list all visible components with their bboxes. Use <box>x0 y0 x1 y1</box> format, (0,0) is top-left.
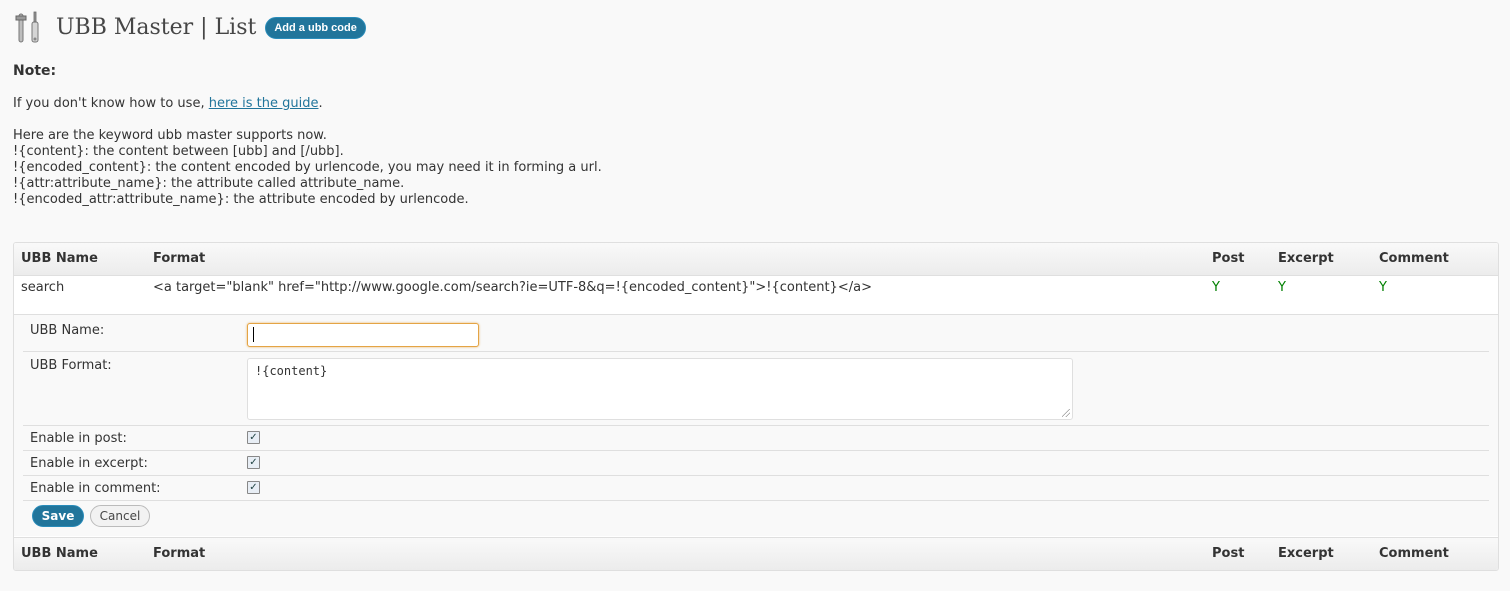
footer-header-name: UBB Name <box>21 546 98 561</box>
enable-excerpt-checkbox[interactable]: ✓ <box>247 456 260 469</box>
add-ubb-code-button[interactable]: Add a ubb code <box>265 17 366 39</box>
form-row-format: UBB Format: !{content} <box>23 352 1489 426</box>
save-button[interactable]: Save <box>32 505 84 527</box>
form-row-enable-excerpt: Enable in excerpt: ✓ <box>23 451 1489 476</box>
keyword-item: !{content}: the content between [ubb] an… <box>13 144 344 159</box>
ubb-format-textarea[interactable]: !{content} <box>247 358 1073 420</box>
guide-line: If you don't know how to use, here is th… <box>13 96 323 111</box>
table-footer: UBB Name Format Post Excerpt Comment <box>14 537 1498 570</box>
ubb-format-value: !{content} <box>255 364 328 378</box>
column-header-comment: Comment <box>1379 251 1449 266</box>
table-header: UBB Name Format Post Excerpt Comment <box>14 243 1498 276</box>
guide-link[interactable]: here is the guide <box>209 96 319 111</box>
column-header-excerpt: Excerpt <box>1278 251 1334 266</box>
row-post-flag: Y <box>1212 280 1220 295</box>
column-header-post: Post <box>1212 251 1245 266</box>
form-row-enable-post: Enable in post: ✓ <box>23 426 1489 451</box>
edit-form: UBB Name: UBB Format: !{content} Enable … <box>14 315 1498 536</box>
keyword-item: !{encoded_content}: the content encoded … <box>13 160 602 175</box>
enable-comment-checkbox[interactable]: ✓ <box>247 481 260 494</box>
ubb-name-input[interactable] <box>247 323 479 347</box>
enable-comment-label: Enable in comment: <box>30 481 161 496</box>
guide-prefix: If you don't know how to use, <box>13 96 209 111</box>
ubb-name-label: UBB Name: <box>30 323 105 338</box>
tools-icon <box>15 11 39 43</box>
enable-excerpt-label: Enable in excerpt: <box>30 456 148 471</box>
column-header-name: UBB Name <box>21 251 98 266</box>
table-row[interactable]: search <a target="blank" href="http://ww… <box>14 276 1498 315</box>
enable-post-checkbox[interactable]: ✓ <box>247 431 260 444</box>
note-heading: Note: <box>13 63 57 79</box>
footer-header-format: Format <box>153 546 206 561</box>
ubb-format-label: UBB Format: <box>30 358 112 373</box>
column-header-format: Format <box>153 251 206 266</box>
footer-header-comment: Comment <box>1379 546 1449 561</box>
keyword-intro: Here are the keyword ubb master supports… <box>13 128 327 143</box>
keyword-item: !{attr:attribute_name}: the attribute ca… <box>13 176 405 191</box>
row-excerpt-flag: Y <box>1278 280 1286 295</box>
guide-suffix: . <box>318 96 323 111</box>
enable-post-label: Enable in post: <box>30 431 127 446</box>
page-header: UBB Master | List Add a ubb code <box>14 10 366 46</box>
keyword-item: !{encoded_attr:attribute_name}: the attr… <box>13 192 469 207</box>
footer-header-post: Post <box>1212 546 1245 561</box>
row-name: search <box>21 280 65 295</box>
row-format: <a target="blank" href="http://www.googl… <box>153 280 872 295</box>
text-caret <box>253 327 254 342</box>
row-comment-flag: Y <box>1379 280 1387 295</box>
form-row-enable-comment: Enable in comment: ✓ <box>23 476 1489 501</box>
page-title: UBB Master | List <box>56 15 257 40</box>
keyword-list: Here are the keyword ubb master supports… <box>13 128 602 208</box>
cancel-button[interactable]: Cancel <box>90 505 150 527</box>
form-row-name: UBB Name: <box>23 315 1489 352</box>
ubb-table: UBB Name Format Post Excerpt Comment sea… <box>13 242 1499 571</box>
resize-grip-icon[interactable] <box>1062 409 1070 417</box>
footer-header-excerpt: Excerpt <box>1278 546 1334 561</box>
